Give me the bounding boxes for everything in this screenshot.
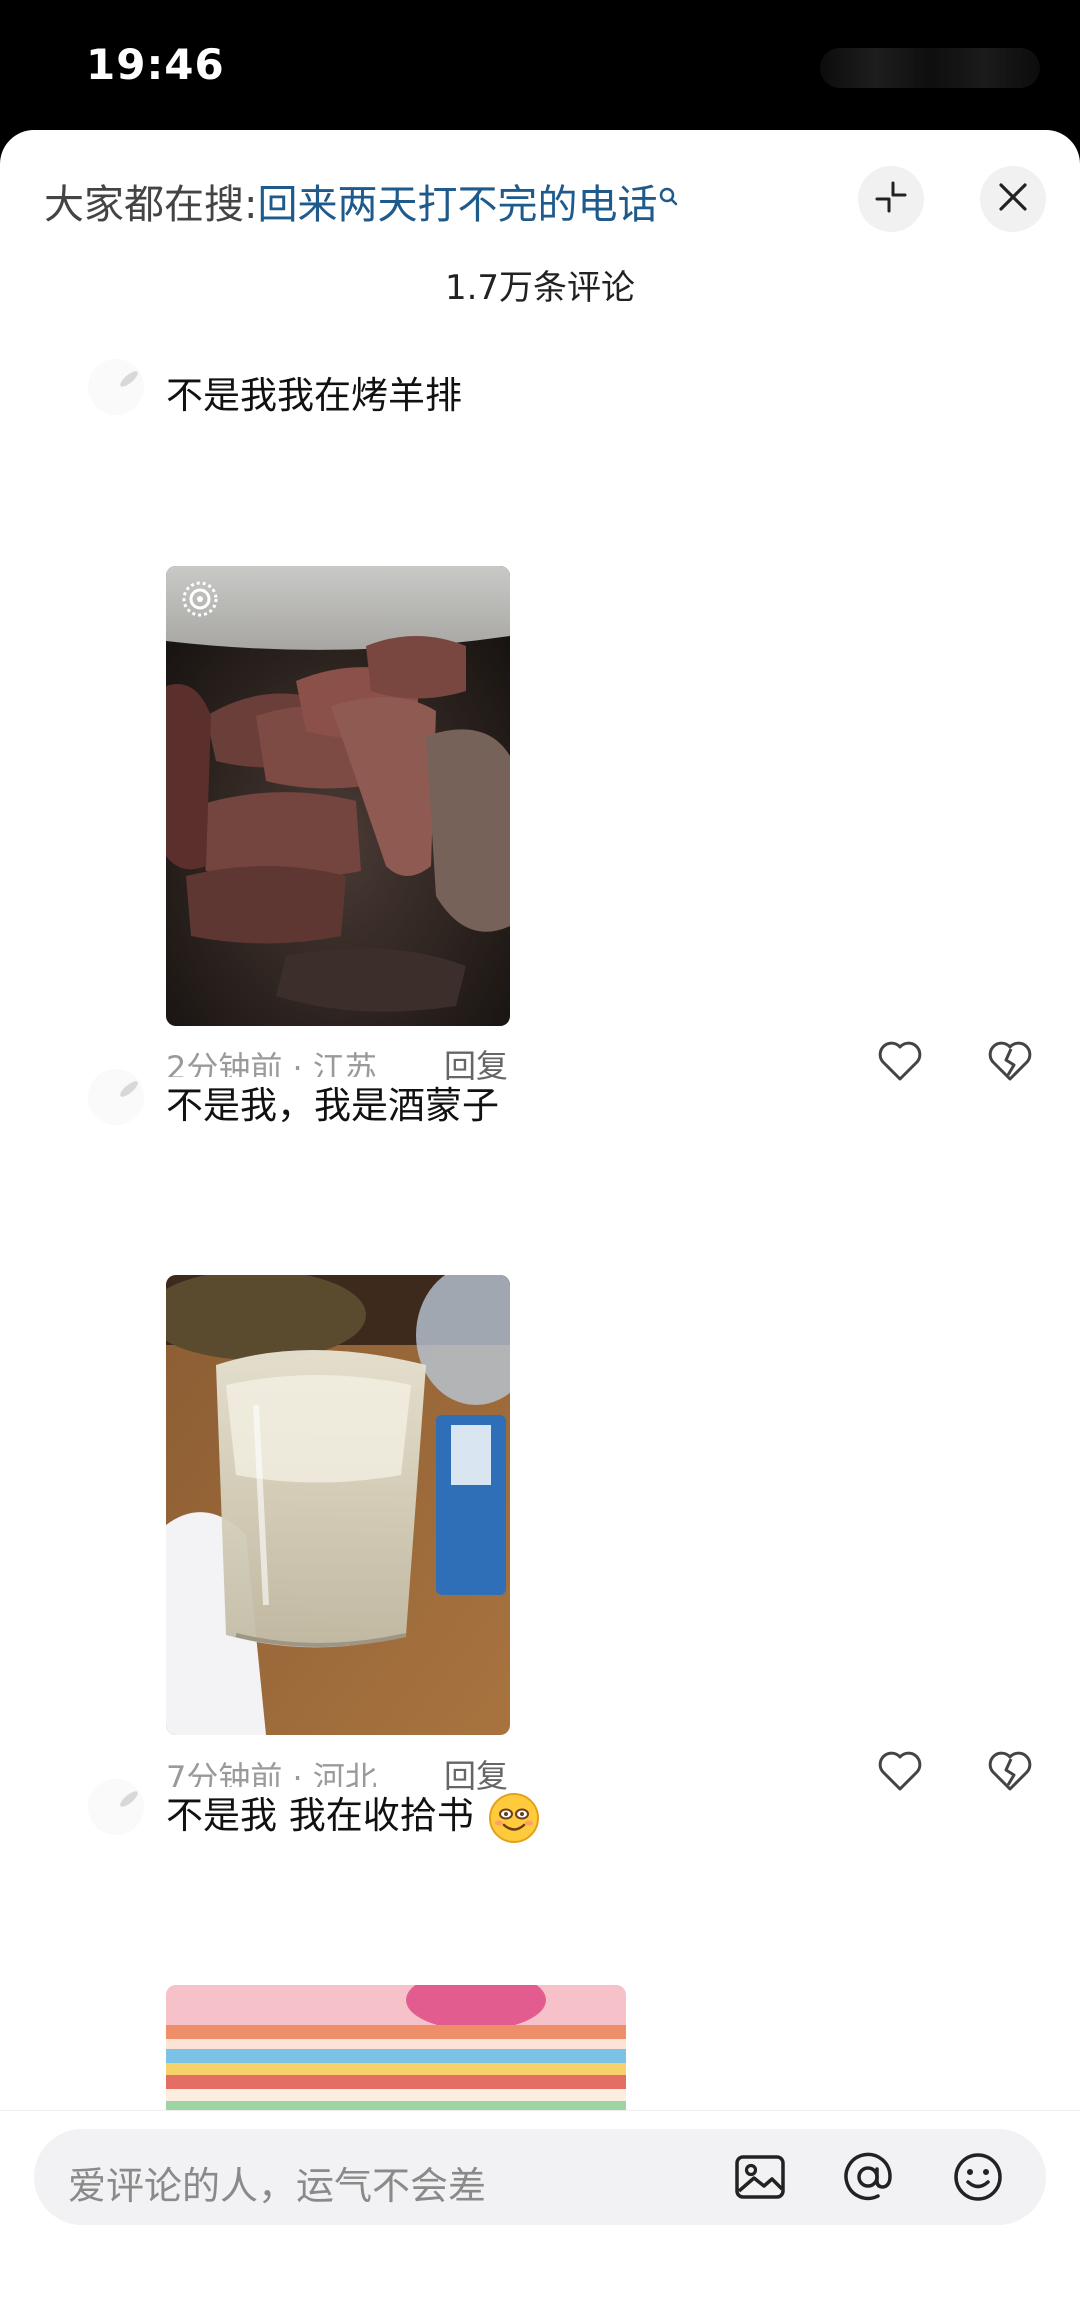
comment-sheet: 大家都在搜:回来两天打不完的电话 1.7万条评论 不是我我在烤羊排 2分钟前 ·… <box>0 130 1080 2297</box>
search-suggestion-query[interactable]: 回来两天打不完的电话 <box>257 182 657 228</box>
smiling-emoji <box>488 1792 539 1843</box>
comment-image-liquor[interactable] <box>166 1275 510 1735</box>
comment-input-bar: 爱评论的人，运气不会差 <box>0 2110 1080 2298</box>
comment-item: 不是我我在烤羊排 2分钟前 · 江苏 回复 <box>0 355 1080 1095</box>
collapse-icon <box>873 179 909 219</box>
status-bar: 19:46 <box>0 0 1080 130</box>
avatar[interactable] <box>88 1779 144 1835</box>
comment-input-placeholder: 爱评论的人，运气不会差 <box>68 2164 487 2208</box>
comment-text: 不是我我在烤羊排 <box>166 374 462 417</box>
comment-image-lamb[interactable] <box>166 566 510 1026</box>
comment-text: 不是我 我在收拾书 <box>166 1785 540 1844</box>
close-icon <box>996 180 1030 218</box>
comment-count: 1.7万条评论 <box>444 268 636 308</box>
search-suggestion[interactable]: 大家都在搜:回来两天打不完的电话 <box>44 172 679 230</box>
search-icon <box>659 174 679 220</box>
status-time: 19:46 <box>86 40 225 89</box>
search-suggestion-prefix: 大家都在搜: <box>44 182 258 228</box>
close-button[interactable] <box>980 166 1046 232</box>
status-icons <box>820 48 1040 88</box>
avatar[interactable] <box>88 1069 144 1125</box>
comment-item: 不是我 我在收拾书 <box>0 1775 1080 2245</box>
avatar[interactable] <box>88 359 144 415</box>
collapse-button[interactable] <box>858 166 924 232</box>
image-icon[interactable] <box>732 2149 788 2205</box>
comment-text-body: 不是我 我在收拾书 <box>166 1794 474 1837</box>
at-icon[interactable] <box>840 2149 896 2205</box>
comment-text: 不是我，我是酒蒙子 <box>166 1084 499 1127</box>
comment-item: 不是我，我是酒蒙子 7分钟前 · 河北 回复 <box>0 1065 1080 1805</box>
comment-input[interactable]: 爱评论的人，运气不会差 <box>34 2129 1046 2225</box>
emoji-icon[interactable] <box>950 2149 1006 2205</box>
